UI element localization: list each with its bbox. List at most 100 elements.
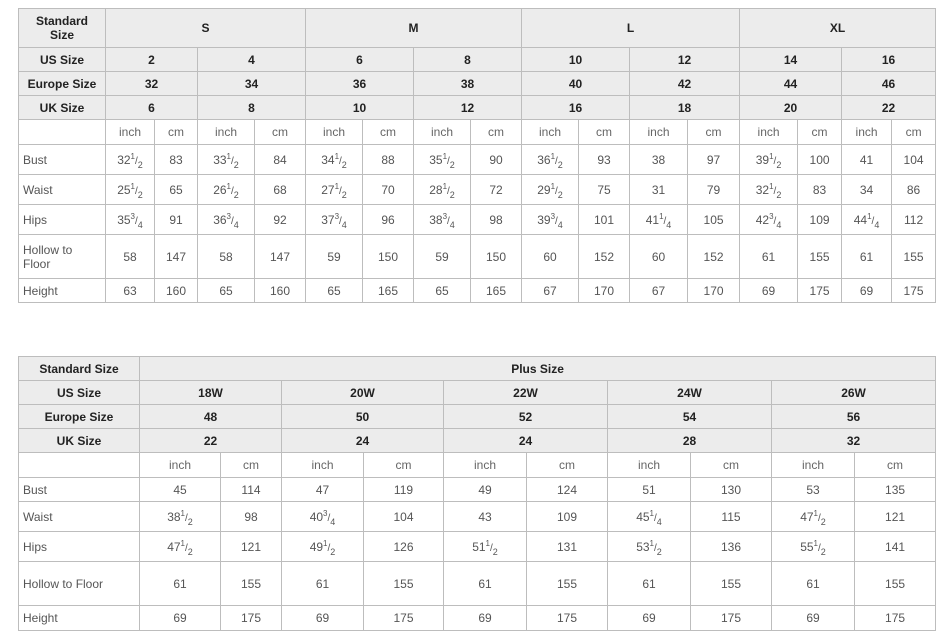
measurement-value: 363/4 [197,204,255,235]
uk-size-value: 24 [281,428,444,453]
uk-size-value: 18 [629,95,741,120]
measurement-value: 321/2 [105,144,155,175]
measurement-value: 403/4 [281,501,364,532]
us-size-value: 18W [139,380,282,405]
measurement-label: Waist [18,174,106,205]
us-size-value: 10 [521,47,631,72]
us-size-value: 4 [196,47,307,72]
table-row: UK Size 6 8 10 12 16 18 20 22 [18,95,937,120]
us-size-value: 24W [607,380,772,405]
unit-row-blank [18,452,140,478]
measurement-value: 63 [105,278,155,303]
measurement-value: 45 [139,477,221,502]
measurement-value: 119 [363,477,444,502]
unit-label: cm [154,119,198,145]
measurement-value: 65 [197,278,255,303]
uk-size-value: 22 [841,95,937,120]
unit-label: inch [629,119,689,145]
measurement-value: 121 [853,501,937,532]
measurement-value: 175 [363,605,444,631]
table-row: Bust 45 114 47 119 49 124 51 130 53 135 [18,477,937,502]
measurement-value: 43 [443,501,527,532]
measurement-value: 155 [690,561,772,606]
unit-label: inch [607,452,691,478]
measurement-value: 60 [629,234,689,279]
eu-size-value: 42 [629,71,741,96]
unit-label: cm [526,452,608,478]
measurement-value: 69 [607,605,691,631]
measurement-label: Hips [18,204,106,235]
measurement-value: 115 [690,501,772,532]
table-row: Waist 381/2 98 403/4 104 43 109 451/4 115 471/2 12… [18,501,937,532]
unit-label: cm [687,119,741,145]
measurement-value: 131 [526,531,608,562]
size-group-s: S [104,8,307,48]
measurement-value: 86 [891,174,937,205]
table-row: Standard Size Plus Size [18,356,937,381]
unit-label: cm [363,452,444,478]
eu-size-value: 56 [770,404,937,429]
us-size-value: 12 [629,47,741,72]
measurement-value: 34 [841,174,893,205]
measurement-value: 281/2 [413,174,472,205]
unit-label: cm [470,119,523,145]
table-row: Hollow to Floor 58 147 58 147 59 150 59 150 60 152 6… [18,234,937,279]
eu-size-label: Europe Size [18,404,140,429]
measurement-value: 165 [470,278,523,303]
measurement-label: Hollow to Floor [18,234,106,279]
header-label: Standard Size [18,356,140,381]
measurement-value: 98 [220,501,282,532]
unit-label: cm [891,119,937,145]
unit-label: cm [578,119,631,145]
measurement-value: 109 [526,501,608,532]
size-group-l: L [521,8,741,48]
measurement-value: 60 [521,234,580,279]
measurement-value: 65 [413,278,472,303]
eu-size-value: 48 [139,404,282,429]
measurement-value: 147 [253,234,307,279]
us-size-value: 20W [281,380,444,405]
measurement-value: 321/2 [739,174,799,205]
measurement-value: 165 [362,278,415,303]
measurement-value: 175 [220,605,282,631]
measurement-value: 61 [771,561,855,606]
measurement-value: 59 [413,234,472,279]
measurement-value: 70 [362,174,415,205]
eu-size-value: 52 [443,404,608,429]
measurement-value: 61 [739,234,799,279]
eu-size-value: 44 [739,71,843,96]
measurement-value: 58 [105,234,155,279]
measurement-value: 150 [470,234,523,279]
measurement-value: 126 [363,531,444,562]
measurement-value: 69 [841,278,893,303]
eu-size-value: 38 [413,71,523,96]
table-row: Bust 321/2 83 331/2 84 341/2 88 351/2 90 361/2 93 3… [18,144,937,175]
measurement-value: 391/2 [739,144,799,175]
measurement-value: 65 [154,174,198,205]
measurement-value: 170 [578,278,631,303]
measurement-value: 100 [797,144,843,175]
unit-label: cm [253,119,307,145]
measurement-value: 175 [853,605,937,631]
measurement-value: 155 [891,234,937,279]
measurement-value: 59 [305,234,364,279]
table-row: Hips 471/2 121 491/2 126 511/2 131 531/2 136 551/… [18,531,937,562]
unit-label: inch [139,452,221,478]
measurement-value: 160 [253,278,307,303]
measurement-value: 373/4 [305,204,364,235]
measurement-value: 291/2 [521,174,580,205]
measurement-value: 68 [253,174,307,205]
table-row: Height 63 160 65 160 65 165 65 165 67 170 67 170 69 17… [18,278,937,303]
uk-size-value: 28 [607,428,772,453]
us-size-value: 8 [413,47,523,72]
measurement-value: 331/2 [197,144,255,175]
measurement-label: Waist [18,501,140,532]
uk-size-value: 16 [521,95,631,120]
measurement-value: 531/2 [607,531,691,562]
measurement-value: 155 [797,234,843,279]
measurement-value: 69 [139,605,221,631]
measurement-value: 65 [305,278,364,303]
measurement-label: Hollow to Floor [18,561,140,606]
measurement-value: 83 [154,144,198,175]
measurement-value: 51 [607,477,691,502]
